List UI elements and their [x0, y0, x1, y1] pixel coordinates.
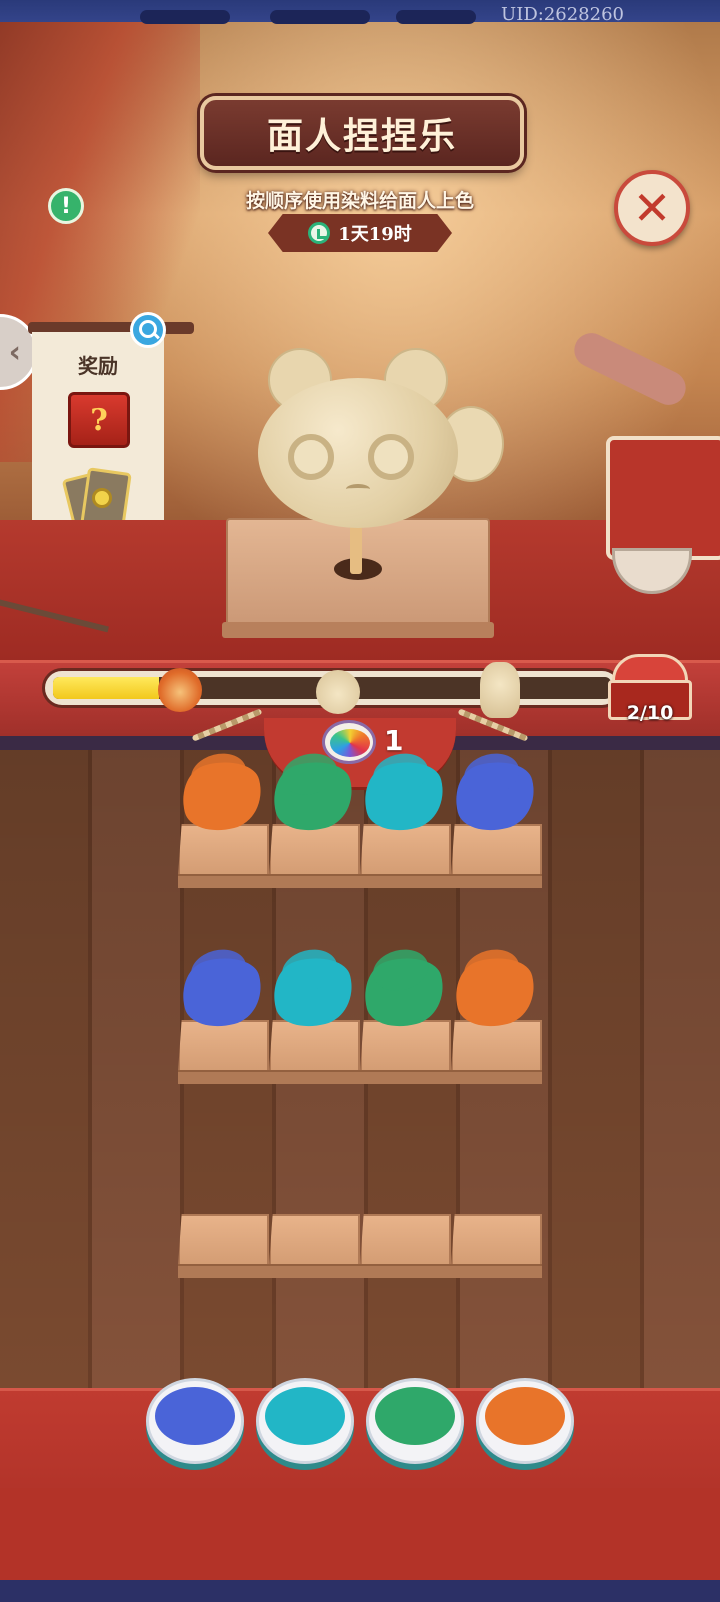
teal-dye-bowl[interactable]	[256, 1378, 354, 1464]
question-mark: ?	[90, 402, 108, 438]
event-title-plate: 面人捏捏乐	[200, 96, 524, 170]
shelf-slot[interactable]	[178, 1214, 269, 1278]
orange-dye-bowl[interactable]	[476, 1378, 574, 1464]
green-dye	[375, 1387, 455, 1445]
shelf-slot[interactable]	[174, 753, 270, 888]
progress-fill	[53, 677, 160, 699]
dragon-figure-icon[interactable]	[158, 668, 202, 712]
gem-pill	[396, 10, 476, 24]
status-bar: UID:2628260	[0, 0, 720, 25]
shelf-slot[interactable]	[174, 949, 270, 1084]
reward-title: 奖励	[78, 354, 118, 378]
shelf-slot[interactable]	[356, 949, 452, 1084]
close-icon: ✕	[632, 181, 672, 235]
exclamation-icon: !	[60, 193, 72, 219]
blue-dye-bowl[interactable]	[146, 1378, 244, 1464]
shelf-row	[174, 753, 543, 888]
magnifier-icon[interactable]	[130, 312, 166, 348]
currency-pill	[140, 10, 230, 24]
girl-figure-icon[interactable]	[480, 662, 520, 718]
shelf-slot[interactable]	[447, 753, 543, 888]
dough-figure	[248, 348, 504, 532]
chest-progress-count: 2/10	[626, 702, 674, 724]
game-screen: UID:2628260 面人捏捏乐 按顺序使用染料给面人上色 1天19时 ! ✕…	[0, 0, 720, 1602]
shelf-row	[174, 949, 543, 1084]
uid-label: UID:2628260	[501, 4, 624, 25]
shelf-slot[interactable]	[265, 753, 361, 888]
cat-figure-icon[interactable]	[316, 670, 360, 714]
blue-dye	[155, 1387, 235, 1445]
shelf-slot[interactable]	[265, 949, 361, 1084]
shelf-slot[interactable]	[451, 1214, 542, 1278]
chevron-left-icon: ‹	[8, 334, 21, 370]
shelf-row	[178, 1214, 542, 1278]
info-button[interactable]: !	[48, 188, 84, 224]
event-subtitle: 按顺序使用染料给面人上色	[245, 190, 474, 212]
clock-icon	[308, 222, 331, 244]
teal-dye	[265, 1387, 345, 1445]
close-button[interactable]: ✕	[614, 170, 690, 246]
shelf-slot[interactable]	[269, 1214, 360, 1278]
shelf-slot[interactable]	[360, 1214, 451, 1278]
rainbow-dye-count: 1	[384, 724, 404, 757]
green-dye-bowl[interactable]	[366, 1378, 464, 1464]
timer-text: 1天19时	[338, 224, 412, 245]
shelf-slot[interactable]	[356, 753, 452, 888]
shelf-slot[interactable]	[447, 949, 543, 1084]
screen-bottom-edge	[0, 1580, 720, 1602]
mystery-box-icon[interactable]: ?	[68, 392, 130, 448]
event-timer: 1天19时	[268, 214, 452, 252]
coin-pill	[270, 10, 370, 24]
tool-box-decoration	[606, 436, 720, 560]
pedestal-base	[222, 622, 494, 638]
event-title: 面人捏捏乐	[266, 115, 457, 157]
dye-counter-front	[0, 1488, 720, 1582]
orange-dye	[485, 1387, 565, 1445]
